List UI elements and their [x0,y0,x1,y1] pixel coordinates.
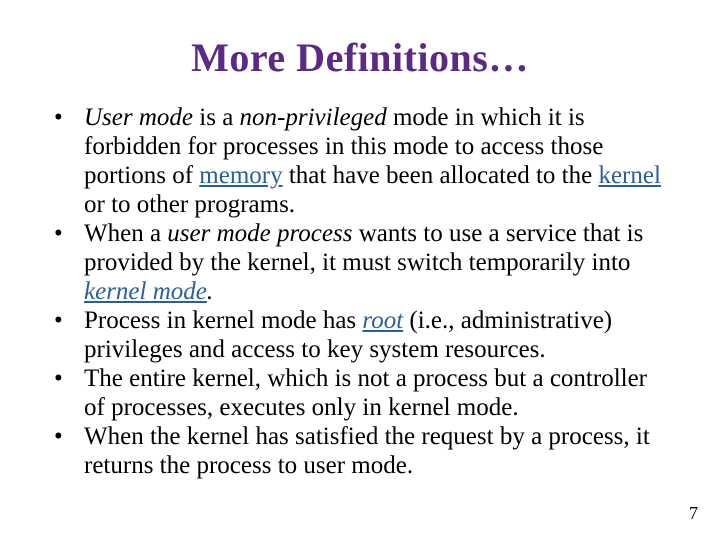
link-kernel[interactable]: kernel [598,162,660,189]
text: or to other programs. [84,191,295,218]
term-user-mode-process: user mode process [167,220,352,247]
text: The entire kernel, which is not a proces… [84,365,647,421]
page-number: 7 [689,503,698,524]
bullet-item: Process in kernel mode has root (i.e., a… [48,306,672,364]
text: is a [193,104,240,131]
term-non-privileged: non-privileged [240,104,387,131]
term-user-mode: User mode [84,104,193,131]
text: that have been allocated to the [283,162,599,189]
slide: More Definitions… User mode is a non-pri… [0,0,720,540]
bullet-item: The entire kernel, which is not a proces… [48,364,672,422]
bullet-item: When the kernel has satisfied the reques… [48,422,672,480]
text: When a [84,220,167,247]
link-kernel-mode[interactable]: kernel mode [84,278,207,305]
text: . [207,278,213,305]
text: Process in kernel mode has [84,307,362,334]
bullet-item: User mode is a non-privileged mode in wh… [48,103,672,219]
bullet-list: User mode is a non-privileged mode in wh… [40,103,680,480]
text: When the kernel has satisfied the reques… [84,423,650,479]
slide-title: More Definitions… [40,34,680,81]
link-root[interactable]: root [362,307,403,334]
bullet-item: When a user mode process wants to use a … [48,219,672,306]
link-memory[interactable]: memory [199,162,282,189]
